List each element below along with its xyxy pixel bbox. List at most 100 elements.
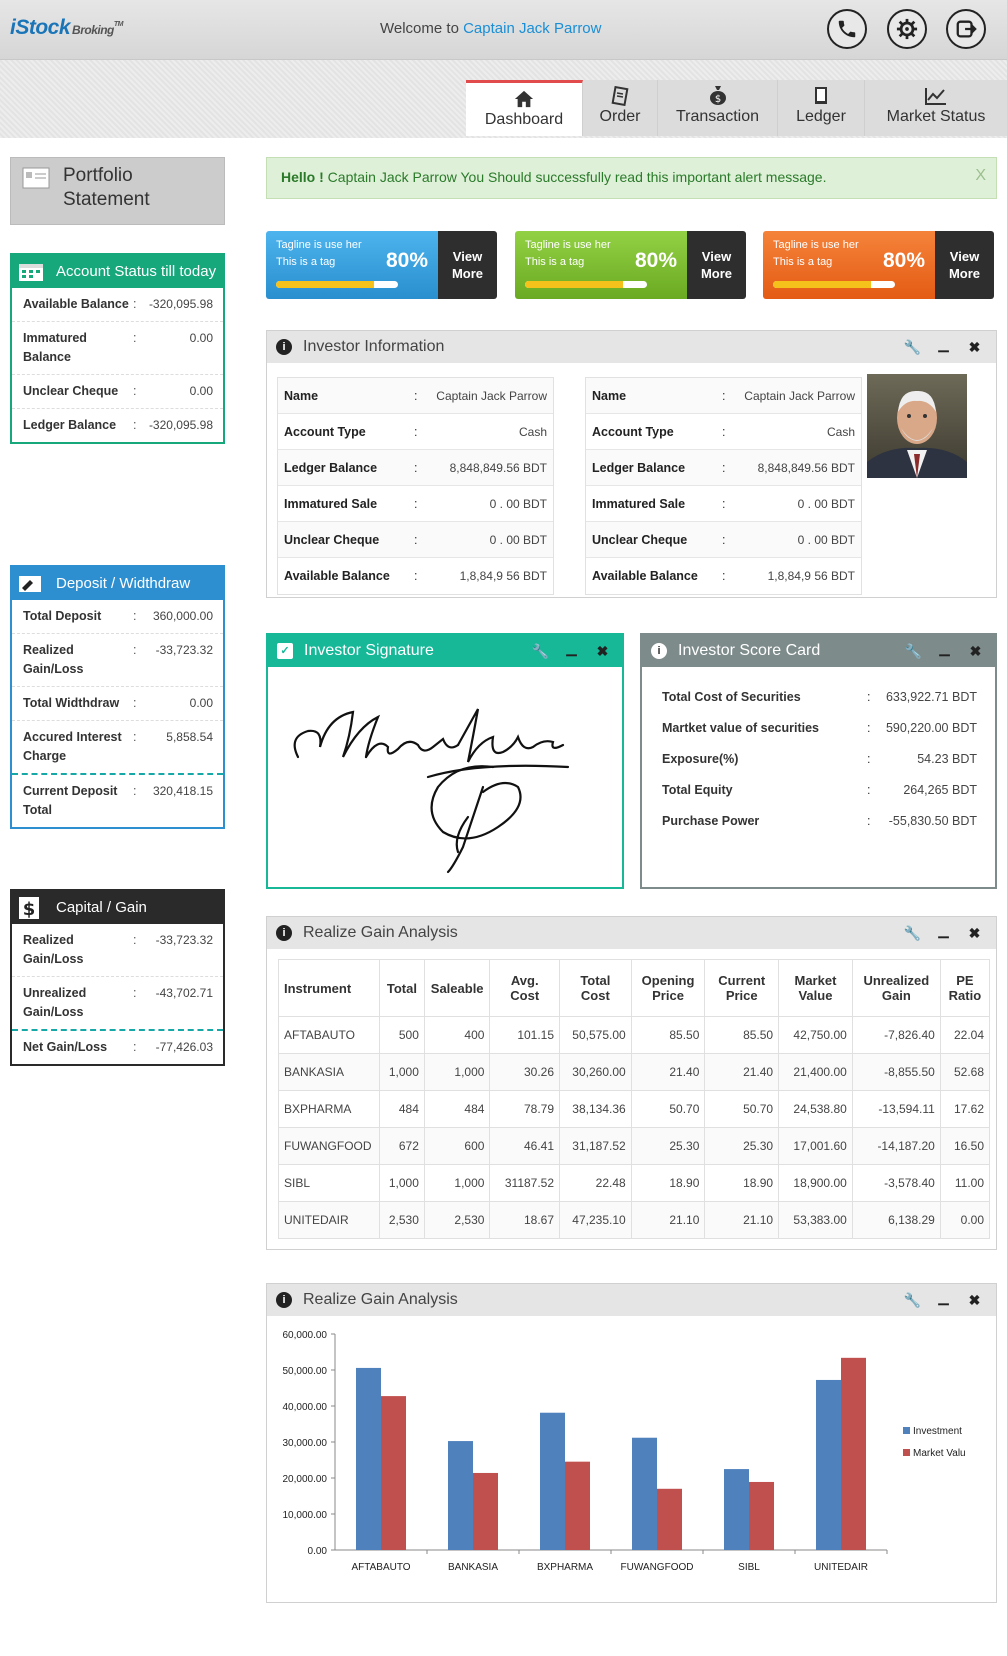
table-cell: 18.90 [630,1164,706,1202]
column-header[interactable]: Total Cost [559,959,632,1017]
column-header[interactable]: Saleable [423,959,491,1017]
gear-icon [896,18,918,40]
minimize-icon[interactable]: ⚊ [928,1284,959,1316]
table-cell: 1,000 [378,1053,425,1091]
investor-signature-panel: ✓ Investor Signature 🔧 ⚊ ✖ [266,633,624,889]
table-cell: FUWANGFOOD [278,1127,380,1165]
column-header[interactable]: Opening Price [630,959,706,1017]
tab-dashboard[interactable]: Dashboard [466,80,583,136]
table-cell: -3,578.40 [851,1164,941,1202]
column-header[interactable]: Market Value [778,959,853,1017]
score-row: Total Equity:264,265 BDT [662,782,977,797]
view-more-button[interactable]: View More [438,231,497,299]
table-row[interactable]: FUWANGFOOD 672 600 46.41 31,187.52 25.30 25.30… [278,1127,991,1165]
table-cell: 16.50 [939,1127,991,1165]
deposit-row: Accured Interest Charge:5,858.54 [12,721,223,775]
table-cell: 1,000 [423,1053,491,1091]
home-icon [514,90,534,108]
score-row: Martket value of securities:590,220.00 B… [662,720,977,735]
table-cell: 21.10 [704,1201,780,1239]
score-card-list: Total Cost of Securities:633,922.71 BDT … [642,667,995,836]
capital-box: $ Capital / Gain Realized Gain/Loss: -33,… [10,889,225,1066]
investor-info-table: Name: Captain Jack Parrow Account Type: Ca… [277,377,554,595]
bar-investment [448,1441,473,1550]
user-name[interactable]: Captain Jack Parrow [463,20,601,37]
wrench-icon[interactable]: 🔧 [525,635,556,667]
column-header[interactable]: PE Ratio [939,959,991,1017]
bar-market-valu [657,1488,682,1550]
table-cell: BANKASIA [278,1053,380,1091]
table-cell: 1,000 [423,1164,491,1202]
table-cell: 52.68 [939,1053,991,1091]
capital-total-row: Net Gain/Loss: -77,426.03 [23,1040,213,1054]
x-tick-label: BANKASIA [448,1562,498,1573]
wrench-icon[interactable]: 🔧 [898,635,929,667]
table-cell: 484 [378,1090,425,1128]
top-bar: iStock BrokingTM Welcome to Captain Jack … [0,0,1007,60]
wrench-icon[interactable]: 🔧 [897,917,928,949]
x-tick-label: AFTABAUTO [351,1562,410,1573]
table-header-row: Instrument Total Saleable Avg. Cost Tota… [278,959,991,1017]
deposit-row: Total Widthdraw:0.00 [12,687,223,721]
table-cell: 30,260.00 [559,1053,632,1091]
money-bag-icon: $ [709,86,726,105]
card-icon [19,576,41,592]
table-row[interactable]: BXPHARMA 484 484 78.79 38,134.36 50.70 50.70 24… [278,1090,991,1128]
close-icon[interactable]: ✖ [587,635,618,667]
table-row[interactable]: AFTABAUTO 500 400 101.15 50,575.00 85.50 85.50… [278,1016,991,1054]
tab-market-status[interactable]: Market Status [865,80,1007,136]
minimize-icon[interactable]: ⚊ [556,635,587,667]
settings-button[interactable] [887,9,927,49]
tab-order[interactable]: Order [583,80,658,136]
table-cell: 21.40 [704,1053,780,1091]
minimize-icon[interactable]: ⚊ [929,635,960,667]
svg-text:$: $ [714,94,720,105]
capital-header: $ Capital / Gain [12,891,223,924]
column-header[interactable]: Total [378,959,425,1017]
logout-icon [956,20,977,38]
column-header[interactable]: Unrealized Gain [851,959,941,1017]
column-header[interactable]: Instrument [278,959,380,1017]
signature-image [293,708,570,874]
info-icon: i [276,339,292,355]
table-row[interactable]: BANKASIA 1,000 1,000 30.26 30,260.00 21.40 21.… [278,1053,991,1091]
table-cell: 101.15 [489,1016,561,1054]
wrench-icon[interactable]: 🔧 [897,331,928,363]
wrench-icon[interactable]: 🔧 [897,1284,928,1316]
view-more-button[interactable]: View More [935,231,994,299]
tag-card: Tagline is use her This is a tag 80% View… [763,231,994,299]
table-cell: 0.00 [939,1201,991,1239]
table-row[interactable]: SIBL 1,000 1,000 31187.52 22.48 18.90 18.90 18,… [278,1164,991,1202]
view-more-button[interactable]: View More [687,231,746,299]
realize-gain-table: Instrument Total Saleable Avg. Cost Tota… [278,959,991,1239]
tab-ledger[interactable]: Ledger [778,80,865,136]
document-icon [22,167,50,189]
column-header[interactable]: Current Price [704,959,780,1017]
close-icon[interactable]: ✖ [959,331,990,363]
phone-button[interactable] [827,9,867,49]
minimize-icon[interactable]: ⚊ [928,331,959,363]
tab-transaction[interactable]: $ Transaction [658,80,778,136]
deposit-header: Deposit / Widthdraw [12,567,223,600]
bar-market-valu [381,1396,406,1550]
table-cell: 484 [423,1090,491,1128]
logout-button[interactable] [946,9,986,49]
close-icon[interactable]: ✖ [959,1284,990,1316]
table-cell: 50,575.00 [559,1016,632,1054]
legend-swatch [903,1427,910,1434]
close-icon[interactable]: ✖ [960,635,991,667]
column-header[interactable]: Avg. Cost [489,959,561,1017]
table-cell: 50.70 [704,1090,780,1128]
x-tick-label: FUWANGFOOD [621,1562,694,1573]
deposit-row: Total Deposit:360,000.00 [12,600,223,634]
close-icon[interactable]: ✖ [959,917,990,949]
alert-close-button[interactable]: X [975,167,986,185]
deposit-total-row: Current Deposit Total:320,418.15 [23,784,213,817]
table-cell: 22.48 [559,1164,632,1202]
bar-market-valu [565,1461,590,1550]
logo[interactable]: iStock BrokingTM [10,16,123,40]
table-cell: -8,855.50 [851,1053,941,1091]
tag-card: Tagline is use her This is a tag 80% View… [266,231,497,299]
minimize-icon[interactable]: ⚊ [928,917,959,949]
table-row[interactable]: UNITEDAIR 2,530 2,530 18.67 47,235.10 21.10 21… [278,1201,991,1239]
